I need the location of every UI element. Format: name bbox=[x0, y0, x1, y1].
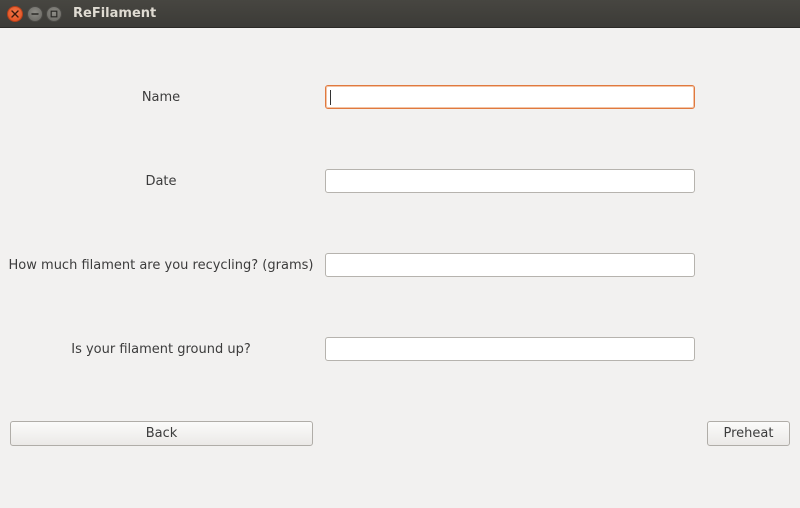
maximize-button[interactable] bbox=[46, 6, 62, 22]
app-window: ReFilament Name Date How much filament a… bbox=[0, 0, 800, 508]
date-label: Date bbox=[145, 174, 177, 189]
name-input[interactable] bbox=[325, 85, 695, 109]
window-title: ReFilament bbox=[73, 6, 157, 21]
text-caret bbox=[330, 90, 331, 105]
close-icon bbox=[11, 10, 19, 18]
grams-input[interactable] bbox=[325, 253, 695, 277]
grams-label: How much filament are you recycling? (gr… bbox=[8, 258, 314, 273]
ground-up-label: Is your filament ground up? bbox=[71, 342, 251, 357]
close-button[interactable] bbox=[7, 6, 23, 22]
name-label: Name bbox=[141, 90, 181, 105]
date-input[interactable] bbox=[325, 169, 695, 193]
maximize-icon bbox=[50, 10, 58, 18]
minimize-button[interactable] bbox=[27, 6, 43, 22]
preheat-button[interactable]: Preheat bbox=[707, 421, 790, 446]
minimize-icon bbox=[31, 13, 39, 15]
back-button[interactable]: Back bbox=[10, 421, 313, 446]
ground-up-input[interactable] bbox=[325, 337, 695, 361]
title-bar[interactable]: ReFilament bbox=[0, 0, 800, 28]
